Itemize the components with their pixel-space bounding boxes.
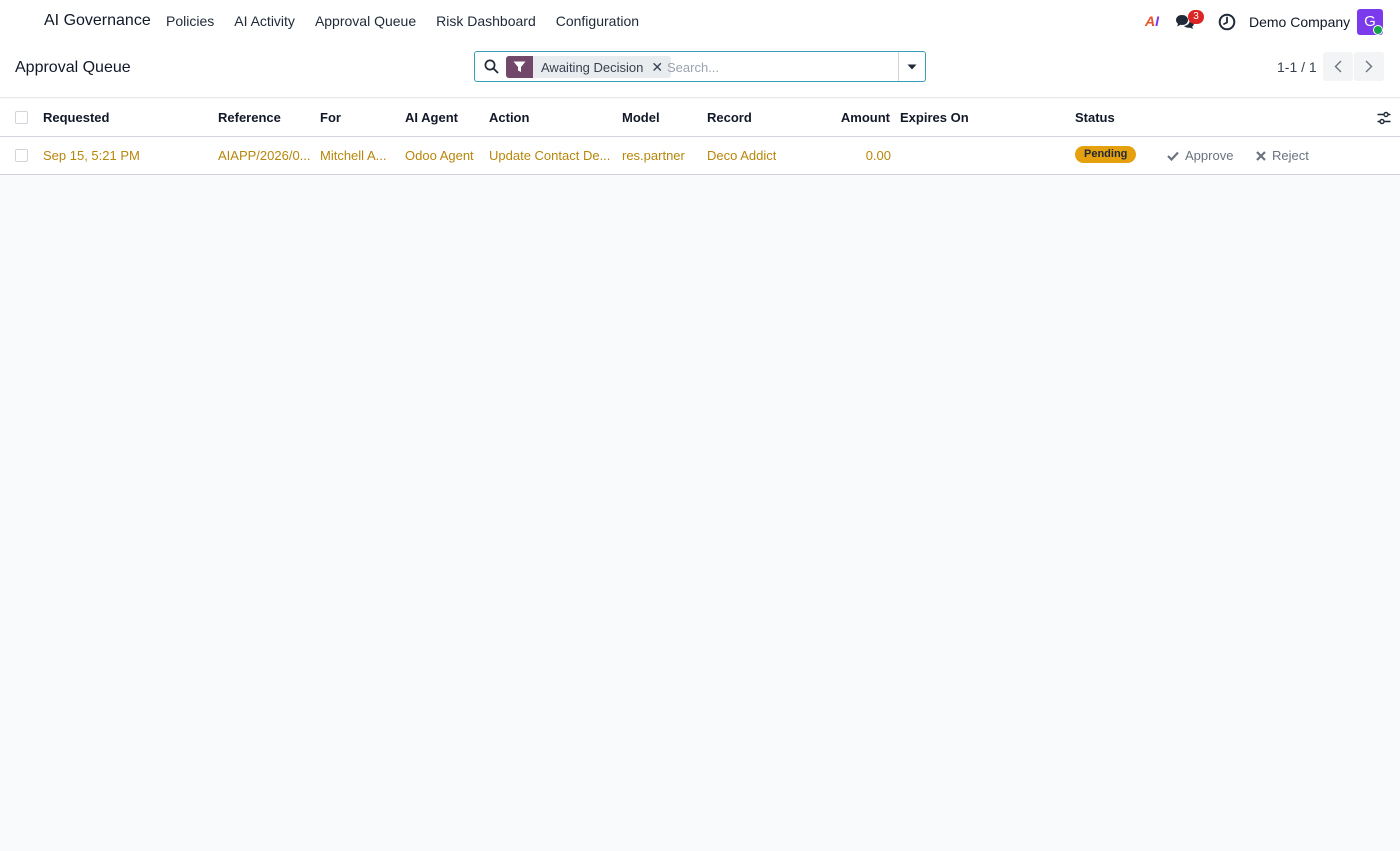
- cell-action: Update Contact De...: [489, 148, 611, 163]
- app-brand[interactable]: AI Governance: [44, 12, 151, 30]
- column-header-status[interactable]: Status: [1075, 110, 1115, 125]
- chevron-right-icon: [1365, 60, 1373, 73]
- company-switcher[interactable]: Demo Company: [1249, 14, 1350, 30]
- search-facet: Awaiting Decision ✕: [506, 56, 672, 78]
- optional-columns-icon[interactable]: [1377, 111, 1391, 125]
- filter-icon: [506, 56, 533, 78]
- cell-model: res.partner: [622, 148, 685, 163]
- ai-assistant-icon[interactable]: AI: [1145, 13, 1159, 29]
- page-title: Approval Queue: [15, 59, 131, 76]
- pager-previous-button[interactable]: [1323, 52, 1353, 81]
- main-menu: Policies AI Activity Approval Queue Risk…: [166, 13, 639, 29]
- online-status-icon: [1373, 25, 1383, 35]
- approval-list: Requested Reference For AI Agent Action …: [0, 99, 1400, 175]
- search-bar: Awaiting Decision ✕: [474, 51, 926, 82]
- cell-ai-agent: Odoo Agent: [405, 148, 474, 163]
- search-options-toggle[interactable]: [898, 52, 925, 81]
- control-panel: Approval Queue Awaiting Decision ✕ 1-1 /…: [0, 44, 1400, 98]
- approve-button[interactable]: Approve: [1167, 148, 1233, 163]
- activity-clock-icon[interactable]: [1218, 13, 1236, 31]
- status-badge: Pending: [1075, 146, 1137, 163]
- check-icon: [1167, 151, 1179, 161]
- pager-next-button[interactable]: [1354, 52, 1384, 81]
- column-header-for[interactable]: For: [320, 110, 341, 125]
- menu-item-approval-queue[interactable]: Approval Queue: [315, 13, 416, 29]
- row-checkbox[interactable]: [15, 149, 28, 162]
- caret-down-icon: [907, 64, 917, 69]
- chevron-left-icon: [1334, 60, 1342, 73]
- cell-record: Deco Addict: [707, 148, 777, 163]
- menu-item-policies[interactable]: Policies: [166, 13, 214, 29]
- column-header-reference[interactable]: Reference: [218, 110, 281, 125]
- reject-button[interactable]: Reject: [1256, 148, 1309, 163]
- cell-for: Mitchell A...: [320, 148, 387, 163]
- chat-count-badge: 3: [1188, 10, 1204, 24]
- menu-item-risk-dashboard[interactable]: Risk Dashboard: [436, 13, 536, 29]
- column-header-ai-agent[interactable]: AI Agent: [405, 110, 458, 125]
- cell-amount: 0.00: [865, 148, 891, 163]
- reject-label: Reject: [1272, 148, 1309, 163]
- close-icon: [1256, 150, 1266, 161]
- pager-value[interactable]: 1-1 / 1: [1277, 59, 1317, 75]
- column-header-record[interactable]: Record: [707, 110, 752, 125]
- column-header-expires-on[interactable]: Expires On: [900, 110, 969, 125]
- menu-item-ai-activity[interactable]: AI Activity: [234, 13, 295, 29]
- cell-requested: Sep 15, 5:21 PM: [43, 148, 140, 163]
- approve-label: Approve: [1185, 148, 1234, 163]
- table-header: Requested Reference For AI Agent Action …: [0, 99, 1400, 137]
- search-icon[interactable]: [484, 59, 499, 74]
- column-header-action[interactable]: Action: [489, 110, 529, 125]
- cell-reference: AIAPP/2026/0...: [218, 148, 311, 163]
- select-all-checkbox[interactable]: [15, 111, 28, 124]
- column-header-amount[interactable]: Amount: [841, 110, 890, 125]
- column-header-requested[interactable]: Requested: [43, 110, 109, 125]
- table-row[interactable]: Sep 15, 5:21 PM AIAPP/2026/0... Mitchell…: [0, 137, 1400, 175]
- column-header-model[interactable]: Model: [622, 110, 660, 125]
- search-input[interactable]: [667, 56, 895, 78]
- menu-item-configuration[interactable]: Configuration: [556, 13, 639, 29]
- top-navbar: AI Governance Policies AI Activity Appro…: [0, 0, 1400, 44]
- facet-label: Awaiting Decision: [541, 59, 644, 75]
